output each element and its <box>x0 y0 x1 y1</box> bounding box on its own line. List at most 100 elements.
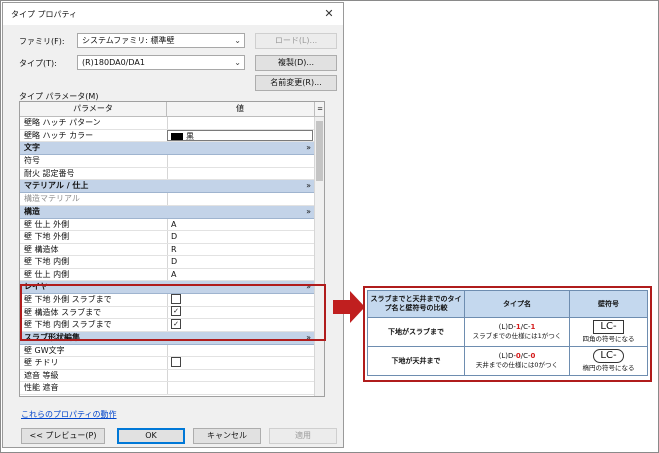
table-row[interactable]: 遮音 等級 <box>20 369 314 382</box>
param-name: 性能 遮音 <box>24 383 59 392</box>
close-icon[interactable]: ✕ <box>321 6 337 22</box>
param-value[interactable] <box>167 369 313 381</box>
chevron-down-icon: ⌄ <box>234 36 241 45</box>
table-row[interactable]: 壁 仕上 外側 A <box>20 218 314 231</box>
collapse-icon[interactable]: » <box>306 206 311 218</box>
scrollbar-thumb[interactable] <box>316 121 323 181</box>
symbol-cell: LC- 楕円の符号になる <box>569 346 648 376</box>
duplicate-button[interactable]: 複製(D)... <box>255 55 337 71</box>
type-select[interactable]: (R)180DA0/DA1 ⌄ <box>77 55 245 70</box>
param-value[interactable]: A <box>167 218 313 230</box>
param-value[interactable] <box>167 382 313 394</box>
row-label: 下地が天井まで <box>367 346 465 376</box>
param-name: 壁略 ハッチ パターン <box>24 118 101 127</box>
type-name-code: (L)D-1/C-1 <box>467 323 567 332</box>
table-header-row: スラブまでと天井までのタイプ名と壁符号の比較 タイプ名 壁符号 <box>367 290 648 318</box>
table-row[interactable]: 壁 チドリ <box>20 356 314 370</box>
collapse-icon[interactable]: » <box>306 142 311 154</box>
table-row[interactable]: 構造マテリアル <box>20 193 314 206</box>
table-row[interactable]: 壁 下地 内側 D <box>20 256 314 269</box>
param-value[interactable]: 黒 <box>167 129 313 141</box>
family-label: ファミリ(F): <box>19 37 65 46</box>
group-header-material[interactable]: マテリアル / 仕上 » <box>20 180 314 193</box>
param-value[interactable] <box>167 344 313 356</box>
type-label: タイプ(T): <box>19 59 57 68</box>
type-value: (R)180DA0/DA1 <box>82 58 145 67</box>
param-name: 壁 下地 内側 <box>24 257 70 266</box>
param-value <box>167 356 313 369</box>
table-row[interactable]: 符号 <box>20 155 314 168</box>
param-name: 壁 仕上 外側 <box>24 219 70 229</box>
type-digit: 0 <box>530 352 536 360</box>
parameter-grid: パラメータ 値 = 壁略 ハッチ パターン 壁略 ハッチ カラー 黒 文字 » … <box>19 101 325 397</box>
type-name-cell: (L)D-1/C-1 スラブまでの仕様には1がつく <box>464 317 570 347</box>
grid-header: パラメータ 値 = <box>20 102 324 117</box>
param-name: 耐火 認定番号 <box>24 168 75 178</box>
param-name: 壁 仕上 内側 <box>24 269 70 279</box>
ok-button[interactable]: OK <box>117 428 185 444</box>
grid-rows: 壁略 ハッチ パターン 壁略 ハッチ カラー 黒 文字 » 符号 耐火 認定番号… <box>20 117 314 395</box>
group-header-structure[interactable]: 構造 » <box>20 205 314 219</box>
param-value[interactable]: D <box>167 231 313 243</box>
title-bar: タイプ プロパティ ✕ <box>3 3 343 25</box>
cancel-button[interactable]: キャンセル <box>193 428 261 444</box>
type-name-code: (L)D-0/C-0 <box>467 352 567 361</box>
param-value[interactable] <box>167 167 313 179</box>
param-value[interactable] <box>167 117 313 129</box>
param-value[interactable]: R <box>167 243 313 255</box>
param-value[interactable] <box>167 155 313 167</box>
table-row: 下地がスラブまで (L)D-1/C-1 スラブまでの仕様には1がつく LC- 四… <box>367 317 648 347</box>
column-formula[interactable]: = <box>314 102 324 116</box>
collapse-icon[interactable]: » <box>306 180 311 192</box>
dialog-title: タイプ プロパティ <box>11 10 78 19</box>
row-label: 下地がスラブまで <box>367 317 465 347</box>
table-row[interactable]: 壁略 ハッチ カラー 黒 <box>20 129 314 142</box>
param-name: 壁 構造体 <box>24 244 59 254</box>
family-select[interactable]: システムファミリ: 標準壁 ⌄ <box>77 33 245 48</box>
param-name: 壁 GW文字 <box>24 345 65 355</box>
family-value: システムファミリ: 標準壁 <box>82 36 175 45</box>
param-name: 壁 チドリ <box>24 358 59 367</box>
color-swatch <box>171 132 183 140</box>
checkbox[interactable] <box>171 356 181 367</box>
right-arrow-icon <box>333 291 365 323</box>
apply-button[interactable]: 適用 <box>269 428 337 444</box>
type-separator: /C- <box>520 352 531 360</box>
comparison-table: スラブまでと天井までのタイプ名と壁符号の比較 タイプ名 壁符号 下地がスラブまで… <box>367 290 648 376</box>
type-name-cell: (L)D-0/C-0 天井までの仕様には0がつく <box>464 346 570 376</box>
symbol-cell: LC- 四角の符号になる <box>569 317 648 347</box>
param-value[interactable]: D <box>167 256 313 268</box>
rename-button[interactable]: 名前変更(R)... <box>255 75 337 91</box>
comparison-table-frame: スラブまでと天井までのタイプ名と壁符号の比較 タイプ名 壁符号 下地がスラブまで… <box>363 286 652 382</box>
layer-highlight-box <box>20 284 326 341</box>
symbol-note: 四角の符号になる <box>582 335 635 343</box>
group-header-text[interactable]: 文字 » <box>20 142 314 155</box>
table-row[interactable]: 壁 下地 外側 D <box>20 231 314 244</box>
table-row[interactable]: 壁 GW文字 <box>20 344 314 357</box>
vertical-scrollbar[interactable] <box>314 117 324 396</box>
type-properties-dialog: タイプ プロパティ ✕ ファミリ(F): システムファミリ: 標準壁 ⌄ ロード… <box>2 2 344 448</box>
table-row[interactable]: 性能 遮音 <box>20 382 314 395</box>
group-label: 構造 <box>24 206 40 216</box>
symbol-note: 楕円の符号になる <box>582 364 635 372</box>
column-value[interactable]: 値 <box>167 102 313 116</box>
table-row[interactable]: 壁 仕上 内側 A <box>20 268 314 281</box>
header-wall-symbol: 壁符号 <box>569 290 648 318</box>
preview-button[interactable]: << プレビュー(P) <box>21 428 105 444</box>
table-row: 下地が天井まで (L)D-0/C-0 天井までの仕様には0がつく LC- 楕円の… <box>367 346 648 376</box>
table-row[interactable]: 壁 構造体 R <box>20 243 314 256</box>
table-row[interactable]: 壁略 ハッチ パターン <box>20 117 314 130</box>
properties-behavior-link[interactable]: これらのプロパティの動作 <box>21 409 117 420</box>
param-name: 壁略 ハッチ カラー <box>24 130 94 140</box>
param-value[interactable]: A <box>167 268 313 280</box>
param-value[interactable] <box>167 193 313 205</box>
header-type-name: タイプ名 <box>464 290 570 318</box>
type-digit: 1 <box>530 323 536 331</box>
table-row[interactable]: 耐火 認定番号 <box>20 167 314 180</box>
chevron-down-icon: ⌄ <box>234 58 241 67</box>
type-separator: /C- <box>520 323 531 331</box>
column-parameter[interactable]: パラメータ <box>20 102 167 116</box>
load-button[interactable]: ロード(L)... <box>255 33 337 49</box>
param-name: 符号 <box>24 156 40 165</box>
group-label: マテリアル / 仕上 <box>24 181 89 190</box>
